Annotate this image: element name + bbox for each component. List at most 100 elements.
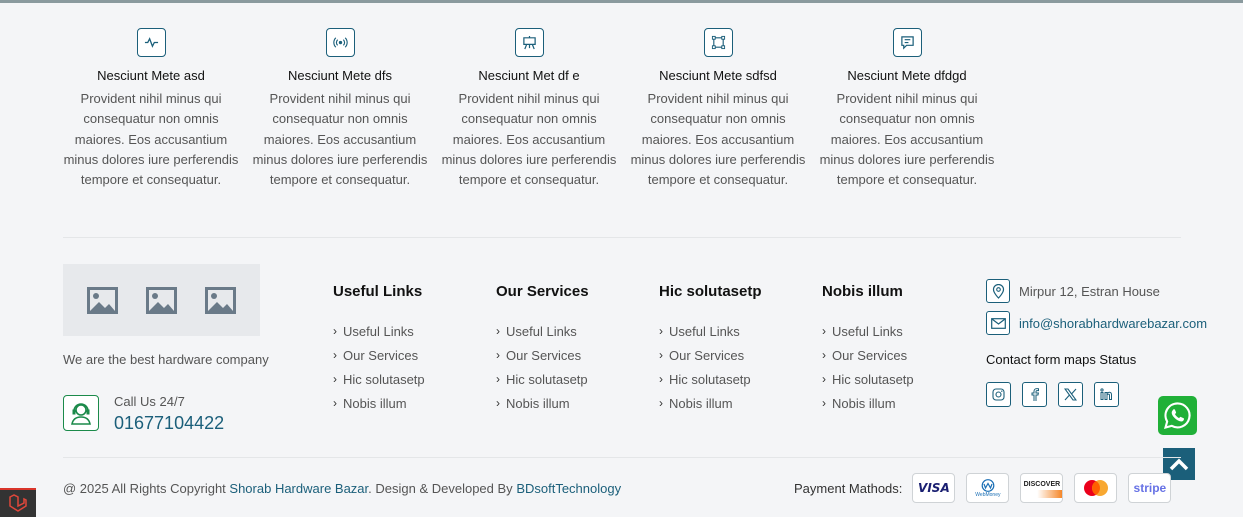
facebook-icon[interactable]: [1022, 382, 1047, 407]
call-number[interactable]: 01677104422: [114, 413, 224, 434]
chevron-right-icon: ›: [496, 324, 500, 338]
bottom-divider: [63, 457, 1181, 458]
feature-text: Provident nihil minus qui consequatur no…: [630, 91, 806, 188]
footer-link-label: Hic solutasetp: [832, 371, 914, 387]
chevron-up-icon: [1169, 458, 1189, 471]
chevron-right-icon: ›: [659, 372, 663, 386]
logo-placeholder[interactable]: [63, 264, 260, 336]
webmoney-card-icon: WebMoney: [966, 473, 1010, 503]
payment-methods: Payment Mathods: VISA WebMoney DISCOVER …: [794, 473, 1172, 503]
footer-link[interactable]: › Useful Links: [496, 319, 589, 343]
footer-link-label: Nobis illum: [343, 395, 407, 411]
address-text: Mirpur 12, Estran House: [1019, 283, 1160, 299]
social-links: [986, 382, 1119, 407]
chevron-right-icon: ›: [659, 348, 663, 362]
feature-item: Nesciunt Mete sdfsd Provident nihil minu…: [630, 28, 806, 190]
stripe-card-icon: stripe: [1128, 473, 1172, 503]
feature-title: Nesciunt Met df e: [478, 68, 580, 83]
contact-info: Mirpur 12, Estran House info@shorabhardw…: [986, 279, 1207, 343]
headset-icon: [63, 395, 99, 431]
whatsapp-button[interactable]: [1158, 396, 1197, 435]
footer-link[interactable]: › Useful Links: [822, 319, 914, 343]
footer-link-label: Our Services: [832, 347, 908, 363]
easel-icon: [514, 28, 544, 57]
feature-title: Nesciunt Mete asd: [97, 68, 205, 83]
feature-title: Nesciunt Mete sdfsd: [659, 68, 777, 83]
discover-card-icon: DISCOVER: [1020, 473, 1064, 503]
footer-link-label: Useful Links: [669, 323, 740, 339]
footer-link[interactable]: › Nobis illum: [822, 391, 914, 415]
footer-link[interactable]: › Hic solutasetp: [333, 367, 425, 391]
image-placeholder-icon: [87, 286, 118, 314]
footer-link-label: Nobis illum: [832, 395, 896, 411]
chevron-right-icon: ›: [496, 396, 500, 410]
footer-link[interactable]: › Our Services: [333, 343, 425, 367]
footer-link[interactable]: › Nobis illum: [496, 391, 589, 415]
whatsapp-icon: [1163, 402, 1191, 429]
section-divider: [63, 237, 1181, 238]
footer-link-label: Useful Links: [506, 323, 577, 339]
footer-link[interactable]: › Hic solutasetp: [496, 367, 589, 391]
footer-link[interactable]: › Nobis illum: [333, 391, 425, 415]
footer-link[interactable]: › Hic solutasetp: [659, 367, 762, 391]
feature-item: Nesciunt Mete dfdgd Provident nihil minu…: [819, 28, 995, 190]
feature-item: Nesciunt Mete asd Provident nihil minus …: [63, 28, 239, 190]
payment-label: Payment Mathods:: [794, 480, 903, 496]
footer-link-label: Nobis illum: [669, 395, 733, 411]
footer-link[interactable]: › Useful Links: [333, 319, 425, 343]
chevron-right-icon: ›: [822, 396, 826, 410]
image-placeholder-icon: [146, 286, 177, 314]
footer-link-label: Our Services: [343, 347, 419, 363]
call-label: Call Us 24/7: [114, 394, 185, 409]
footer-column-useful-links: Useful Links › Useful Links › Our Services…: [333, 283, 425, 415]
image-placeholder-icon: [205, 286, 236, 314]
envelope-icon: [986, 311, 1010, 335]
instagram-icon[interactable]: [986, 382, 1011, 407]
footer-link[interactable]: › Our Services: [659, 343, 762, 367]
footer-column-our-services: Our Services › Useful Links › Our Services…: [496, 283, 589, 415]
column-title: Hic solutasetp: [659, 283, 762, 300]
feature-item: Nesciunt Mete dfs Provident nihil minus …: [252, 28, 428, 190]
footer-link[interactable]: › Our Services: [496, 343, 589, 367]
copyright-prefix: @ 2025 All Rights Copyright: [63, 481, 226, 496]
chevron-right-icon: ›: [659, 324, 663, 338]
mastercard-card-icon: [1074, 473, 1118, 503]
footer-link-label: Our Services: [669, 347, 745, 363]
visa-card-icon: VISA: [912, 473, 956, 503]
broadcast-icon: [325, 28, 355, 57]
feature-title: Nesciunt Mete dfdgd: [847, 68, 967, 83]
linkedin-icon[interactable]: [1094, 382, 1119, 407]
footer-link[interactable]: › Useful Links: [659, 319, 762, 343]
footer-link[interactable]: › Our Services: [822, 343, 914, 367]
column-title: Useful Links: [333, 283, 423, 300]
copyright: @ 2025 All Rights Copyright Shorab Hardw…: [63, 481, 621, 496]
activity-icon: [136, 28, 166, 57]
chevron-right-icon: ›: [333, 396, 337, 410]
footer-link-label: Hic solutasetp: [669, 371, 751, 387]
chevron-right-icon: ›: [333, 348, 337, 362]
feature-text: Provident nihil minus qui consequatur no…: [441, 91, 617, 188]
company-link[interactable]: Shorab Hardware Bazar: [229, 481, 368, 496]
tagline: We are the best hardware company: [63, 352, 269, 367]
column-title: Our Services: [496, 283, 589, 300]
copyright-middle: . Design & Developed By: [368, 481, 513, 496]
contact-status: Contact form maps Status: [986, 352, 1137, 367]
footer-link[interactable]: › Hic solutasetp: [822, 367, 914, 391]
chevron-right-icon: ›: [822, 348, 826, 362]
laravel-debug-icon[interactable]: [0, 488, 36, 517]
developer-link[interactable]: BDsoftTechnology: [516, 481, 621, 496]
top-border: [0, 0, 1243, 3]
footer-link-label: Useful Links: [832, 323, 903, 339]
feature-text: Provident nihil minus qui consequatur no…: [63, 91, 239, 188]
column-title: Nobis illum: [822, 283, 903, 300]
chevron-right-icon: ›: [333, 372, 337, 386]
x-icon[interactable]: [1058, 382, 1083, 407]
feature-item: Nesciunt Met df e Provident nihil minus …: [441, 28, 617, 190]
footer-link-label: Useful Links: [343, 323, 414, 339]
chevron-right-icon: ›: [822, 324, 826, 338]
footer-link-label: Hic solutasetp: [506, 371, 588, 387]
feature-title: Nesciunt Mete dfs: [287, 68, 393, 83]
feature-text: Provident nihil minus qui consequatur no…: [819, 91, 995, 188]
email-link[interactable]: info@shorabhardwarebazar.com: [1019, 316, 1207, 331]
footer-link[interactable]: › Nobis illum: [659, 391, 762, 415]
